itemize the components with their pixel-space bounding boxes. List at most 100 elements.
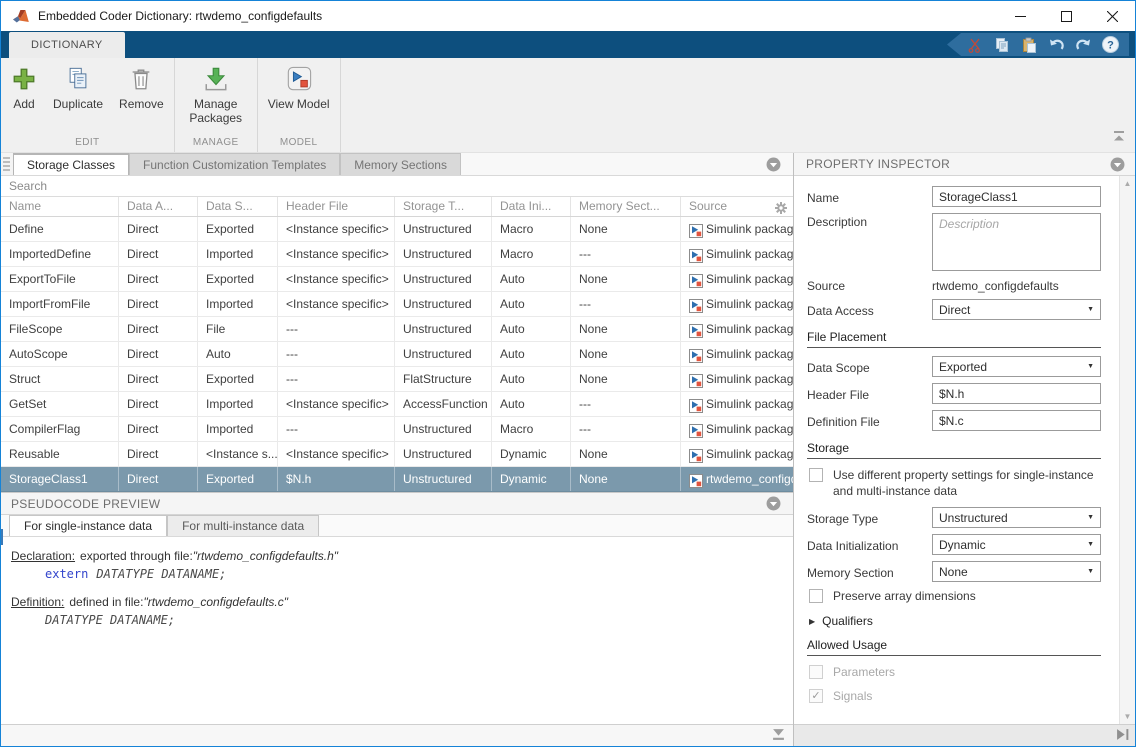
cell-source: Simulink package [681,392,793,416]
column-header-data-init[interactable]: Data Ini... [492,197,571,216]
remove-button[interactable]: Remove [119,64,164,111]
chevron-down-icon: ▼ [1087,363,1094,370]
scroll-up-icon[interactable]: ▲ [1124,179,1132,188]
signals-checkbox-label: Signals [833,689,873,703]
simulink-model-icon [689,222,703,238]
table-row[interactable]: StorageClass1 Direct Exported $N.h Unstr… [1,467,793,492]
cell-data-access: Direct [119,417,198,441]
toolbar-group-model: View Model MODEL [258,58,341,152]
close-button[interactable] [1089,1,1135,31]
column-header-data-scope[interactable]: Data S... [198,197,278,216]
cell-memory-section: --- [571,292,681,316]
tab-dictionary[interactable]: DICTIONARY [9,32,125,58]
column-settings-gear-icon[interactable] [775,201,787,219]
expand-right-icon[interactable] [1116,727,1129,745]
declaration-code: extern DATATYPE DATANAME; [45,567,227,581]
column-header-data-access[interactable]: Data A... [119,197,198,216]
header-file-field[interactable] [932,383,1101,404]
redo-icon[interactable] [1074,36,1092,54]
property-inspector-title: PROPERTY INSPECTOR [806,157,951,171]
memory-section-dropdown[interactable]: None ▼ [932,561,1101,582]
table-row[interactable]: FileScope Direct File --- Unstructured A… [1,317,793,342]
embedded-coder-dictionary-window: Embedded Coder Dictionary: rtwdemo_confi… [0,0,1136,747]
name-field[interactable] [932,186,1101,207]
toolbar-group-edit: Add Duplicate Remove EDIT [1,58,175,152]
cell-data-scope: Imported [198,292,278,316]
search-input[interactable] [1,176,793,196]
preserve-array-dimensions-checkbox[interactable] [809,589,823,603]
maximize-button[interactable] [1043,1,1089,31]
cell-name: AutoScope [1,342,119,366]
add-button[interactable]: Add [11,64,37,111]
tab-single-instance-data[interactable]: For single-instance data [9,515,168,536]
tab-multi-instance-data[interactable]: For multi-instance data [167,515,320,536]
help-icon[interactable]: ? [1101,36,1119,54]
column-header-name[interactable]: Name [1,197,119,216]
cell-data-init: Dynamic [492,467,571,491]
column-header-storage-type[interactable]: Storage T... [395,197,492,216]
description-field[interactable] [932,213,1101,271]
copy-icon[interactable] [993,36,1011,54]
table-row[interactable]: Define Direct Exported <Instance specifi… [1,217,793,242]
data-access-label: Data Access [807,303,874,318]
cell-storage-type: AccessFunction [395,392,492,416]
qualifiers-expander[interactable]: ▶ Qualifiers [809,614,1101,628]
collapse-ribbon-icon[interactable] [1113,128,1125,146]
cell-memory-section: None [571,367,681,391]
column-header-memory-section[interactable]: Memory Sect... [571,197,681,216]
tab-memory-sections[interactable]: Memory Sections [340,153,461,175]
view-model-button[interactable]: View Model [268,64,330,111]
collapse-panel-icon[interactable] [766,157,781,172]
table-header: Name Data A... Data S... Header File Sto… [1,197,793,217]
definition-file-field[interactable] [932,410,1101,431]
cell-data-scope: <Instance s... [198,442,278,466]
cell-name: ImportedDefine [1,242,119,266]
paste-icon[interactable] [1020,36,1038,54]
table-row[interactable]: AutoScope Direct Auto --- Unstructured A… [1,342,793,367]
table-row[interactable]: ExportToFile Direct Exported <Instance s… [1,267,793,292]
table-row[interactable]: ImportFromFile Direct Imported <Instance… [1,292,793,317]
table-row[interactable]: ImportedDefine Direct Imported <Instance… [1,242,793,267]
drag-grip-icon[interactable] [2,157,12,171]
simulink-model-icon [689,397,703,413]
name-label: Name [807,190,840,205]
tab-function-customization-templates[interactable]: Function Customization Templates [129,153,341,175]
table-row[interactable]: GetSet Direct Imported <Instance specifi… [1,392,793,417]
cell-name: FileScope [1,317,119,341]
table-row[interactable]: CompilerFlag Direct Imported --- Unstruc… [1,417,793,442]
dictionary-panel: Storage Classes Function Customization T… [1,153,794,746]
pseudocode-content: Declaration: exported through file:"rtwde… [1,537,793,724]
collapse-pseudocode-icon[interactable] [766,496,781,511]
collapse-inspector-icon[interactable] [1110,157,1125,172]
property-inspector-panel: PROPERTY INSPECTOR Name Description Sour… [794,153,1135,746]
data-initialization-dropdown[interactable]: Dynamic ▼ [932,534,1101,555]
duplicate-button[interactable]: Duplicate [53,64,103,111]
data-access-dropdown[interactable]: Direct ▼ [932,299,1101,320]
cut-icon[interactable] [966,36,984,54]
cell-source: Simulink package [681,292,793,316]
quick-access-toolbar: ? [947,33,1129,56]
undo-icon[interactable] [1047,36,1065,54]
table-row[interactable]: Reusable Direct <Instance s... <Instance… [1,442,793,467]
data-scope-dropdown[interactable]: Exported ▼ [932,356,1101,377]
cell-source: Simulink package [681,242,793,266]
collapse-bottom-icon[interactable] [772,727,785,745]
minimize-button[interactable] [997,1,1043,31]
cell-data-scope: Exported [198,217,278,241]
cell-header-file: <Instance specific> [278,217,395,241]
column-header-header-file[interactable]: Header File [278,197,395,216]
cell-data-init: Auto [492,317,571,341]
single-multi-checkbox[interactable] [809,468,823,482]
manage-packages-button[interactable]: Manage Packages [185,64,247,125]
tab-storage-classes[interactable]: Storage Classes [13,153,130,175]
storage-type-dropdown[interactable]: Unstructured ▼ [932,507,1101,528]
cell-memory-section: None [571,267,681,291]
scroll-down-icon[interactable]: ▼ [1124,712,1132,721]
cell-name: Define [1,217,119,241]
table-row[interactable]: Struct Direct Exported --- FlatStructure… [1,367,793,392]
cell-memory-section: None [571,467,681,491]
cell-storage-type: FlatStructure [395,367,492,391]
inspector-scrollbar[interactable]: ▲ ▼ [1119,176,1135,724]
cell-data-scope: Imported [198,242,278,266]
cell-data-access: Direct [119,442,198,466]
